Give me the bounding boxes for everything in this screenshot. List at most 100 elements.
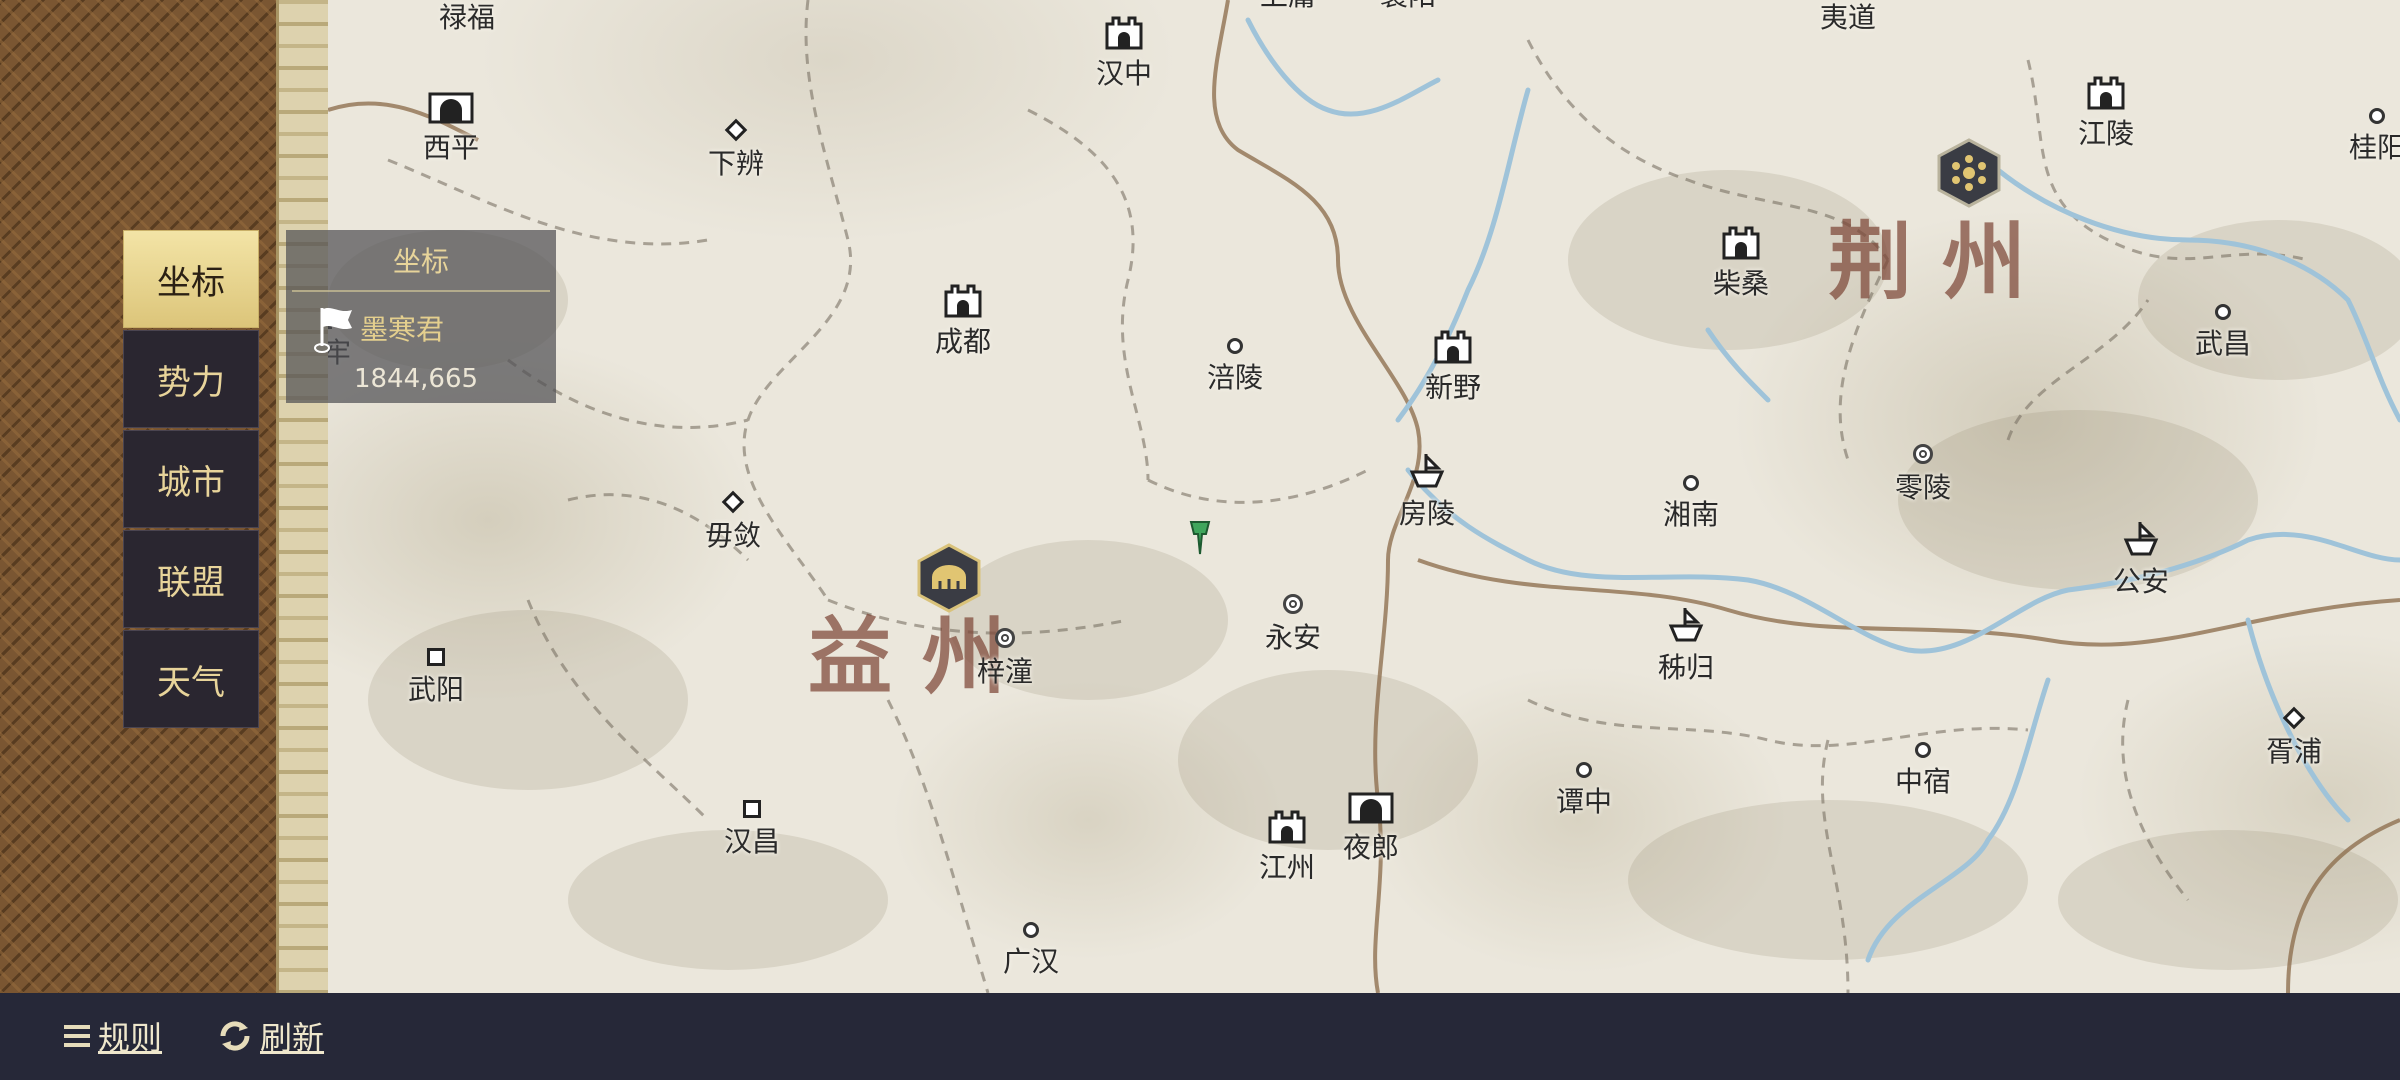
city-hanzhong[interactable]: 汉中 [1096,14,1152,92]
city-xupu[interactable]: 胥浦 [2266,706,2322,770]
city-tanzhong[interactable]: 谭中 [1556,762,1612,820]
menu-item-cities[interactable]: 城市 [123,430,259,528]
city-jiangling[interactable]: 江陵 [2078,74,2134,152]
city-label: 成都 [934,325,992,358]
refresh-button[interactable]: 刷新 [216,1011,324,1061]
city-label: 襄阳 [1380,0,1436,14]
city-guiyang[interactable]: 桂阳 [2349,108,2400,166]
city-label: 梓潼 [976,655,1034,688]
circle-marker-icon [1022,922,1039,938]
city-hanchang[interactable]: 汉昌 [724,800,780,860]
menu-item-label: 联盟 [157,562,225,603]
map-pin-icon[interactable] [1188,520,1212,556]
city-label: 禄福 [438,1,496,34]
ring-marker-icon [1912,444,1933,464]
menu-item-label: 天气 [157,662,225,703]
circle-marker-icon [1226,338,1243,354]
city-label: 江州 [1258,851,1316,884]
menu-item-label: 势力 [157,362,225,403]
city-lufu[interactable]: 禄福 [439,0,495,36]
rules-button[interactable]: 规则 [62,1011,162,1061]
menu-item-label: 坐标 [157,262,225,303]
city-zigui[interactable]: 秭归 [1658,604,1714,686]
flag-icon[interactable] [314,304,358,354]
city-jiangzhou[interactable]: 江州 [1259,808,1315,886]
city-fangling[interactable]: 房陵 [1399,450,1455,532]
city-wuyang[interactable]: 武阳 [408,648,464,708]
city-label: 秭归 [1657,651,1715,684]
city-label: 下辨 [707,147,765,180]
menu-item-label: 城市 [157,462,225,503]
city-label: 谭中 [1555,785,1613,818]
circle-marker-icon [1575,762,1592,778]
city-label: 永安 [1264,621,1322,654]
gate-icon [1348,792,1394,824]
city-label: 广汉 [1002,945,1060,978]
coordinate-panel-title: 坐标 [292,230,550,292]
menu-item-factions[interactable]: 势力 [123,330,259,428]
city-label: 武阳 [407,673,465,706]
city-mulian[interactable]: 毋敛 [705,490,761,554]
diamond-marker-icon [721,490,745,514]
city-yongan[interactable]: 永安 [1265,594,1321,656]
coordinate-owner[interactable]: 墨寒君 [360,308,444,348]
diamond-marker-icon [724,118,748,142]
city-xiabian[interactable]: 下辨 [708,118,764,182]
city-label: 公安 [2112,565,2170,598]
diamond-marker-icon [2282,706,2306,730]
city-label: 武昌 [2194,327,2252,360]
port-icon [1668,608,1704,642]
city-lingling[interactable]: 零陵 [1895,444,1951,506]
square-marker-icon [426,648,445,666]
city-xiangnan[interactable]: 湘南 [1663,475,1719,533]
ring-marker-icon [994,628,1015,648]
city-yelang[interactable]: 夜郎 [1343,792,1399,866]
region-label-jing: 荆州 [1828,212,2057,311]
city-label: 中宿 [1894,765,1952,798]
city-chengdu[interactable]: 成都 [935,282,991,360]
menu-icon [64,1025,90,1047]
city-label: 夷道 [1819,1,1877,34]
city-chaisang[interactable]: 柴桑 [1713,224,1769,302]
castle-icon [2087,76,2125,110]
city-label: 汉昌 [723,825,781,858]
castle-icon [1434,330,1472,364]
city-xiangyang[interactable]: 襄阳 [1380,0,1436,14]
port-icon [1409,454,1445,488]
ring-marker-icon [1282,594,1303,614]
capital-hexagon-icon[interactable] [916,543,982,613]
city-label: 桂阳 [2348,131,2400,164]
city-shangyong[interactable]: 上庸 [1260,0,1316,14]
city-yidao[interactable]: 夷道 [1820,0,1876,36]
city-xinye[interactable]: 新野 [1425,328,1481,406]
menu-item-coordinates[interactable]: 坐标 [123,230,259,328]
rules-label: 规则 [98,1019,163,1057]
city-guanghan[interactable]: 广汉 [1003,922,1059,980]
city-label: 零陵 [1894,471,1952,504]
city-label: 夜郎 [1342,831,1400,864]
square-marker-icon [742,800,761,818]
port-icon [2123,522,2159,556]
castle-icon [944,284,982,318]
city-zitong[interactable]: 梓潼 [977,628,1033,690]
city-label: 新野 [1424,371,1482,404]
resource-hexagon-icon[interactable] [1936,138,2002,208]
city-label: 毋敛 [704,519,762,552]
world-map[interactable]: 益州 荆州 禄福 西平 下辨 汉中 上庸 襄阳 夷道 江陵 桂阳 柴桑 成都 [328,0,2400,993]
bottom-toolbar: 规则 刷新 [0,993,2400,1080]
city-fuling[interactable]: 涪陵 [1207,338,1263,396]
circle-marker-icon [1914,742,1931,758]
city-zhongsu[interactable]: 中宿 [1895,742,1951,800]
menu-item-weather[interactable]: 天气 [123,630,259,728]
city-gongan[interactable]: 公安 [2113,518,2169,600]
city-label: 胥浦 [2265,735,2323,768]
city-xiping[interactable]: 西平 [423,92,479,166]
city-label: 西平 [422,131,480,164]
refresh-icon [220,1021,250,1051]
menu-item-alliance[interactable]: 联盟 [123,530,259,628]
circle-marker-icon [1682,475,1699,491]
castle-icon [1268,810,1306,844]
coordinate-value: 1844,665 [353,364,479,394]
left-menu: 坐标 势力 城市 联盟 天气 [123,230,259,730]
city-wuchang[interactable]: 武昌 [2195,304,2251,362]
